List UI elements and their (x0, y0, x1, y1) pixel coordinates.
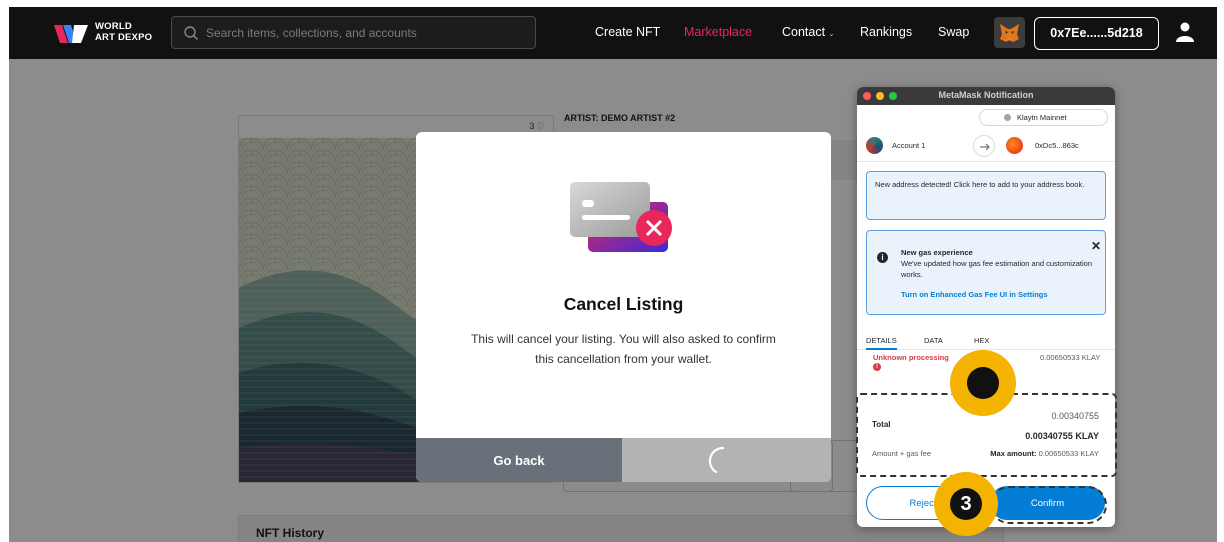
app-window: 3 ♡ ARTIST: DEMO ARTIST #2 NFT History W… (0, 0, 1224, 542)
wallet-address-button[interactable]: 0x7Ee......5d218 (1034, 17, 1159, 50)
recipient-avatar (1006, 137, 1023, 154)
nav-contact[interactable]: Contact ⌄ (782, 25, 835, 39)
tab-details[interactable]: DETAILS (866, 336, 897, 350)
enable-enhanced-gas-link[interactable]: Turn on Enhanced Gas Fee UI in Settings (901, 290, 1048, 299)
cursor-indicator (950, 350, 1016, 416)
gas-notice-body: We've updated how gas fee estimation and… (901, 259, 1092, 279)
search-input[interactable] (206, 17, 526, 48)
confirm-loading-button[interactable] (622, 438, 831, 482)
window-title: MetaMask Notification (938, 90, 1034, 100)
logo-mark-icon (54, 25, 88, 43)
network-selector[interactable]: Klaytn Mainnet (979, 109, 1108, 126)
processing-fee-value: 0.00650533 KLAY (1040, 353, 1101, 362)
search-icon (184, 26, 198, 40)
cancel-listing-modal: Cancel Listing This will cancel your lis… (416, 132, 831, 482)
tab-hex[interactable]: HEX (974, 336, 989, 345)
confirm-highlight-box (990, 486, 1107, 524)
new-address-notice[interactable]: New address detected! Click here to add … (866, 171, 1106, 220)
chevron-down-icon: ⌄ (828, 29, 835, 38)
nav-marketplace[interactable]: Marketplace (684, 25, 752, 39)
nav-create-nft[interactable]: Create NFT (595, 25, 660, 39)
cancel-card-illustration (570, 182, 672, 252)
step-badge: 3 (934, 472, 998, 536)
gas-experience-notice: i New gas experience We've updated how g… (866, 230, 1106, 315)
modal-title: Cancel Listing (563, 294, 684, 314)
loading-spinner-icon (708, 446, 725, 474)
screen-edge (1217, 0, 1224, 542)
screen-edge (0, 0, 9, 542)
search-bar[interactable] (171, 16, 536, 49)
warning-icon: ! (873, 363, 881, 371)
metamask-fox-button[interactable] (994, 17, 1025, 48)
transaction-tabs: DETAILS DATA HEX (857, 332, 1115, 350)
site-logo[interactable]: WORLD ART DEXPO (54, 19, 154, 47)
account-name: Account 1 (892, 141, 926, 150)
metamask-fox-icon (1000, 24, 1019, 42)
cursor-dot (967, 367, 999, 399)
logo-wordmark: WORLD ART DEXPO (95, 21, 153, 43)
nav-swap[interactable]: Swap (938, 25, 969, 39)
arrow-right-icon (973, 135, 995, 157)
modal-footer: Go back (416, 438, 831, 482)
tab-data[interactable]: DATA (924, 336, 943, 345)
step-number: 3 (950, 488, 982, 520)
nav-rankings[interactable]: Rankings (860, 25, 912, 39)
unknown-processing-label: Unknown processing (873, 353, 949, 362)
recipient-address[interactable]: 0xDc5...863c (1035, 141, 1079, 150)
window-titlebar: MetaMask Notification (857, 87, 1115, 105)
network-status-icon (1004, 114, 1011, 121)
account-avatar (866, 137, 883, 154)
info-icon: i (877, 252, 888, 263)
close-icon[interactable]: ✕ (1091, 239, 1101, 253)
account-row: Account 1 0xDc5...863c (857, 132, 1115, 162)
network-name: Klaytn Mainnet (1017, 113, 1067, 122)
modal-message: This will cancel your listing. You will … (471, 332, 776, 366)
go-back-button[interactable]: Go back (416, 438, 622, 482)
user-profile-icon[interactable] (1176, 22, 1194, 42)
top-navigation-bar: WORLD ART DEXPO Create NFT Marketplace C… (9, 7, 1217, 59)
screen-edge (0, 0, 1224, 7)
gas-notice-title: New gas experience (901, 248, 973, 257)
